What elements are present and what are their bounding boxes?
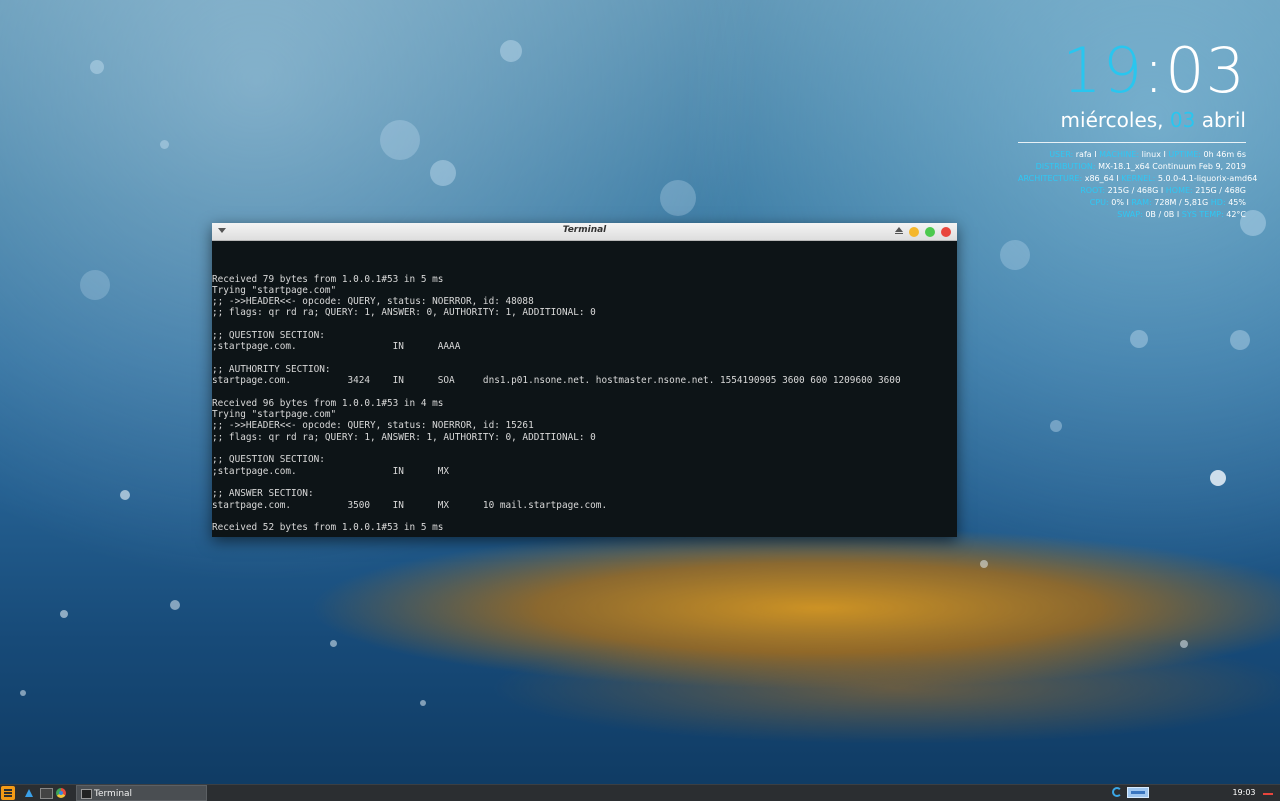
terminal-line: Received 79 bytes from 1.0.0.1#53 in 5 m…: [212, 273, 444, 285]
conky-info-value: I: [1091, 150, 1100, 159]
conky-clock-separator: :: [1143, 34, 1166, 107]
conky-info-key: KERNEL:: [1121, 174, 1158, 183]
terminal-line: startpage.com. 3424 IN SOA dns1.p01.nson…: [212, 375, 901, 387]
terminal-line: ;; ->>HEADER<<- opcode: QUERY, status: N…: [212, 296, 534, 308]
conky-info-key: RAM:: [1131, 198, 1155, 207]
conky-date: miércoles, 03 abril: [1018, 106, 1246, 134]
conky-weekday: miércoles,: [1060, 108, 1164, 132]
conky-system-info: USER: rafa I MACHINE: linux I UPTIME: 0h…: [1018, 149, 1257, 221]
start-menu-icon[interactable]: [1, 786, 15, 800]
conky-info-key: HD:: [1208, 198, 1229, 207]
terminal-line: ;startpage.com. IN AAAA: [212, 341, 461, 353]
conky-widget: 19:03 miércoles, 03 abril USER: rafa I M…: [1018, 38, 1257, 221]
mx-launcher-icon[interactable]: [24, 788, 34, 798]
conky-info-row: CPU: 0% I RAM: 728M / 5,81G HD: 45%: [1018, 197, 1246, 209]
conky-info-value: I: [1174, 210, 1182, 219]
conky-info-key: USER:: [1049, 150, 1076, 159]
terminal-line: startpage.com. 3500 IN MX 10 mail.startp…: [212, 499, 608, 511]
conky-info-key: ARCHITECTURE:: [1018, 174, 1085, 183]
conky-info-value: 0h 46m 6s: [1203, 150, 1246, 159]
conky-info-value: 0B / 0B: [1145, 210, 1175, 219]
terminal-line: ;; ->>HEADER<<- opcode: QUERY, status: N…: [212, 420, 534, 432]
terminal-line: ;; flags: qr rd ra; QUERY: 1, ANSWER: 1,…: [212, 431, 596, 443]
terminal-line: Trying "startpage.com": [212, 284, 337, 296]
conky-info-key: UPTIME:: [1168, 150, 1204, 159]
taskbar-item-label: Terminal: [94, 789, 133, 799]
network-icon[interactable]: [1112, 787, 1122, 797]
window-title: Terminal: [562, 225, 607, 235]
conky-day: 03: [1169, 108, 1196, 132]
terminal-line: Trying "startpage.com": [212, 409, 337, 421]
conky-info-key: ROOT:: [1080, 186, 1108, 195]
conky-divider: [1018, 142, 1246, 143]
conky-info-key: DISTRIBUTION:: [1035, 162, 1099, 171]
conky-info-row: ROOT: 215G / 468G I HOME: 215G / 468G: [1018, 185, 1246, 197]
conky-info-value: 215G / 468G: [1107, 186, 1159, 195]
conky-info-key: SWAP:: [1117, 210, 1146, 219]
taskbar: Terminal 19:03: [0, 784, 1280, 801]
terminal-line: ;; QUESTION SECTION:: [212, 330, 325, 342]
browser-launcher-icon[interactable]: [56, 788, 66, 798]
terminal-line: ;; ANSWER SECTION:: [212, 488, 314, 500]
workspace-pager[interactable]: [1127, 787, 1149, 798]
conky-info-value: x86_64: [1084, 174, 1114, 183]
conky-clock-hours: 19: [1062, 34, 1144, 107]
conky-info-value: 215G / 468G: [1195, 186, 1246, 195]
terminal-window[interactable]: Terminal Received 79 bytes from 1.0.0.1#…: [212, 223, 957, 537]
maximize-button[interactable]: [925, 227, 935, 237]
conky-info-value: 728M / 5,81G: [1154, 198, 1209, 207]
conky-info-key: HOME:: [1165, 186, 1196, 195]
terminal-line: ;; AUTHORITY SECTION:: [212, 363, 331, 375]
conky-info-key: CPU:: [1089, 198, 1112, 207]
conky-info-row: SWAP: 0B / 0B I SYS TEMP: 42°C: [1018, 209, 1246, 221]
conky-info-key: SYS TEMP:: [1181, 210, 1227, 219]
conky-info-value: 0%: [1111, 198, 1124, 207]
conky-info-value: 42°C: [1226, 210, 1246, 219]
terminal-line: ;; flags: qr rd ra; QUERY: 1, ANSWER: 0,…: [212, 307, 596, 319]
terminal-line: ;; QUESTION SECTION:: [212, 454, 325, 466]
shade-window-icon[interactable]: [895, 227, 903, 234]
show-desktop-icon[interactable]: [1263, 793, 1273, 795]
conky-info-value: I: [1158, 186, 1166, 195]
conky-info-row: USER: rafa I MACHINE: linux I UPTIME: 0h…: [1018, 149, 1246, 161]
terminal-line: Received 52 bytes from 1.0.0.1#53 in 5 m…: [212, 522, 444, 534]
conky-info-row: DISTRIBUTION: MX-18.1_x64 Continuum Feb …: [1018, 161, 1246, 173]
terminal-output[interactable]: Received 79 bytes from 1.0.0.1#53 in 5 m…: [212, 251, 957, 537]
taskbar-item-terminal[interactable]: Terminal: [76, 785, 207, 801]
terminal-icon: [81, 789, 92, 799]
conky-info-value: 5.0.0-4.1-liquorix-amd64: [1157, 174, 1258, 183]
taskbar-clock[interactable]: 19:03: [1230, 785, 1258, 801]
close-button[interactable]: [941, 227, 951, 237]
conky-info-value: MX-18.1_x64 Continuum Feb 9, 2019: [1098, 162, 1246, 171]
conky-info-value: linux: [1141, 150, 1161, 159]
terminal-lines: Received 79 bytes from 1.0.0.1#53 in 5 m…: [212, 274, 957, 534]
conky-clock-minutes: 03: [1165, 34, 1246, 107]
conky-info-value: 45%: [1228, 198, 1246, 207]
conky-info-row: ARCHITECTURE: x86_64 I KERNEL: 5.0.0-4.1…: [1018, 173, 1257, 185]
conky-clock: 19:03: [1018, 38, 1246, 104]
conky-info-key: MACHINE:: [1099, 150, 1142, 159]
minimize-button[interactable]: [909, 227, 919, 237]
terminal-line: Received 96 bytes from 1.0.0.1#53 in 4 m…: [212, 397, 444, 409]
conky-info-value: rafa: [1075, 150, 1092, 159]
terminal-launcher-icon[interactable]: [40, 788, 53, 799]
terminal-line: ;startpage.com. IN MX: [212, 465, 450, 477]
conky-month: abril: [1201, 108, 1246, 132]
terminal-titlebar[interactable]: Terminal: [212, 223, 957, 241]
